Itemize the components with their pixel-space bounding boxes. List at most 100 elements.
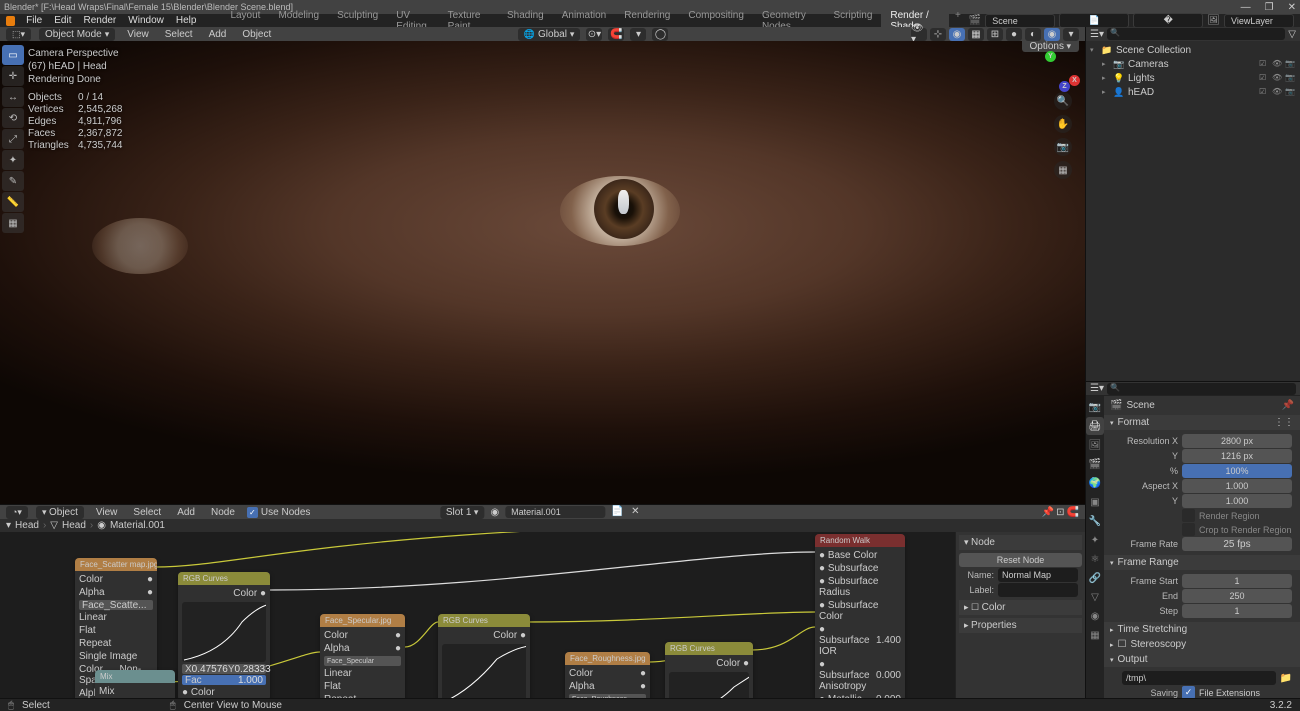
nav-gizmo[interactable]: X Y Z (1045, 51, 1081, 87)
render-region-check[interactable] (1182, 509, 1195, 522)
frame-step-input[interactable]: 1 (1182, 604, 1292, 618)
tab-particle[interactable]: ✦ (1086, 531, 1104, 549)
ne-pin[interactable]: 📌 (1042, 507, 1054, 518)
menu-render[interactable]: Render (78, 15, 121, 26)
node-label-input[interactable] (998, 583, 1078, 597)
node-panel-header[interactable]: ▾ Node (959, 535, 1082, 550)
menu-window[interactable]: Window (123, 15, 169, 26)
reset-node-button[interactable]: Reset Node (959, 553, 1082, 567)
ne-menu-select[interactable]: Select (129, 507, 165, 518)
breadcrumb[interactable]: Material.001 (110, 520, 165, 531)
outliner-row[interactable]: ▾📁Scene Collection (1088, 43, 1298, 57)
ne-snap[interactable]: 🧲 (1067, 507, 1079, 518)
output-path-input[interactable]: /tmp\ (1122, 671, 1276, 685)
panel-format[interactable]: ▾Format⋮⋮ (1104, 415, 1300, 430)
menu-help[interactable]: Help (171, 15, 202, 26)
tab-texture[interactable]: ▦ (1086, 626, 1104, 644)
toggle-render[interactable]: 📷 (1285, 59, 1296, 70)
props-type-icon[interactable]: ☰▾ (1090, 383, 1104, 394)
viewlayer-selector[interactable]: ViewLayer (1224, 14, 1294, 28)
shading-rendered[interactable]: ◉ (1044, 28, 1060, 41)
folder-icon[interactable]: 📁 (1280, 673, 1292, 684)
minimize-button[interactable]: — (1241, 2, 1251, 13)
toggle-exclude[interactable]: ☑ (1259, 59, 1270, 70)
tool-cursor[interactable]: ✛ (2, 66, 24, 86)
outliner-filter-icon[interactable]: ▽ (1288, 29, 1296, 40)
panel-stereo[interactable]: ▸☐ Stereoscopy (1104, 637, 1300, 652)
tab-render[interactable]: 📷 (1086, 398, 1104, 416)
resolution-x-input[interactable]: 2800 px (1182, 434, 1292, 448)
mode-dropdown[interactable]: Object Mode ▾ (39, 28, 115, 41)
scene-delete-button[interactable]: � (1133, 13, 1203, 28)
material-new[interactable]: 📄 (611, 506, 625, 518)
crop-check[interactable] (1182, 523, 1195, 536)
panel-output[interactable]: ▾Output (1104, 652, 1300, 667)
orientation-dropdown[interactable]: 🌐 Global ▾ (518, 28, 581, 41)
tool-scale[interactable]: ⤢ (2, 129, 24, 149)
frame-end-input[interactable]: 250 (1182, 589, 1292, 603)
tab-output[interactable]: 🖨 (1086, 417, 1104, 435)
pin-icon[interactable]: 📌 (1282, 400, 1294, 411)
overlay-toggle[interactable]: ◉ (949, 28, 965, 41)
shading-wireframe[interactable]: ⊞ (987, 28, 1003, 41)
scene-new-button[interactable]: 📄 (1059, 13, 1129, 28)
aspect-y-input[interactable]: 1.000 (1182, 494, 1292, 508)
vp-menu-add[interactable]: Add (205, 29, 231, 40)
vp-menu-select[interactable]: Select (161, 29, 197, 40)
ne-mode-dropdown[interactable]: ▾ Object (36, 506, 84, 519)
zoom-gizmo[interactable]: 🔍 (1054, 92, 1072, 110)
framerate-dropdown[interactable]: 25 fps (1182, 537, 1292, 551)
xray-toggle[interactable]: ▦ (968, 28, 984, 41)
tool-annotate[interactable]: ✎ (2, 171, 24, 191)
persp-gizmo[interactable]: ▦ (1054, 161, 1072, 179)
tab-world[interactable]: 🌍 (1086, 474, 1104, 492)
vp-menu-object[interactable]: Object (238, 29, 275, 40)
slot-dropdown[interactable]: Slot 1 ▾ (440, 506, 485, 519)
outliner-row[interactable]: ▸📷Cameras ☑👁📷 (1088, 57, 1298, 71)
node-image-field[interactable]: Face_Scatte... (79, 600, 153, 610)
tab-material[interactable]: ◉ (1086, 607, 1104, 625)
tab-modifier[interactable]: 🔧 (1086, 512, 1104, 530)
pivot-dropdown[interactable]: ⊙▾ (586, 28, 602, 41)
maximize-button[interactable]: ❐ (1265, 2, 1274, 13)
ne-editor-type[interactable]: ◔▾ (6, 506, 28, 519)
camera-gizmo[interactable]: 📷 (1054, 138, 1072, 156)
node-image-specular[interactable]: Face_Specular.jpg Color● Alpha● Face_Spe… (320, 614, 405, 711)
ne-overlay[interactable]: ⊡ (1056, 507, 1064, 518)
menu-edit[interactable]: Edit (49, 15, 76, 26)
tab-object[interactable]: ▣ (1086, 493, 1104, 511)
tool-rotate[interactable]: ⟲ (2, 108, 24, 128)
material-unlink[interactable]: ✕ (631, 506, 645, 518)
vp-menu-view[interactable]: View (123, 29, 153, 40)
menu-file[interactable]: File (21, 15, 47, 26)
node-rgb-curves[interactable]: RGB Curves Color ● X0.47576Y0.28333 Fac1… (178, 572, 270, 701)
shading-matprev[interactable]: ◐ (1025, 28, 1041, 41)
snap-dropdown[interactable]: ▾ (630, 28, 646, 41)
outliner-row[interactable]: ▸💡Lights ☑👁📷 (1088, 71, 1298, 85)
tool-measure[interactable]: 📏 (2, 192, 24, 212)
ne-menu-add[interactable]: Add (173, 507, 199, 518)
tab-constraint[interactable]: 🔗 (1086, 569, 1104, 587)
props-search[interactable] (1107, 383, 1296, 395)
tool-add[interactable]: ▦ (2, 213, 24, 233)
use-nodes-checkbox[interactable]: ✓Use Nodes (247, 507, 310, 518)
viewport-3d[interactable]: Options ▾ ▭ ✛ ↔ ⟲ ⤢ ✦ ✎ 📏 ▦ Camera Persp… (0, 41, 1085, 504)
shading-solid[interactable]: ● (1006, 28, 1022, 41)
visibility-dropdown[interactable]: 👁▾ (911, 28, 927, 41)
close-button[interactable]: ✕ (1288, 2, 1296, 13)
breadcrumb[interactable]: Head (15, 520, 39, 531)
node-canvas[interactable]: Face_Scatter map.jpg Color● Alpha● Face_… (0, 532, 1085, 711)
ne-menu-view[interactable]: View (92, 507, 122, 518)
tool-select-box[interactable]: ▭ (2, 45, 24, 65)
editor-type-dropdown[interactable]: ⬚▾ (6, 28, 31, 41)
node-principled-bsdf[interactable]: Random Walk ● Base Color● Subsurface● Su… (815, 534, 905, 711)
proportional-toggle[interactable]: ◯ (652, 28, 668, 41)
tab-scene[interactable]: 🎬 (1086, 455, 1104, 473)
outliner-row[interactable]: ▸👤hEAD ☑👁📷 (1088, 85, 1298, 99)
node-props-header[interactable]: ▸ Properties (959, 618, 1082, 633)
tool-move[interactable]: ↔ (2, 87, 24, 107)
resolution-y-input[interactable]: 1216 px (1182, 449, 1292, 463)
node-rgb-curves-2[interactable]: RGB Curves Color ● X0.49924Y0.81034 (438, 614, 530, 711)
aspect-x-input[interactable]: 1.000 (1182, 479, 1292, 493)
blender-logo-icon[interactable] (6, 16, 15, 26)
